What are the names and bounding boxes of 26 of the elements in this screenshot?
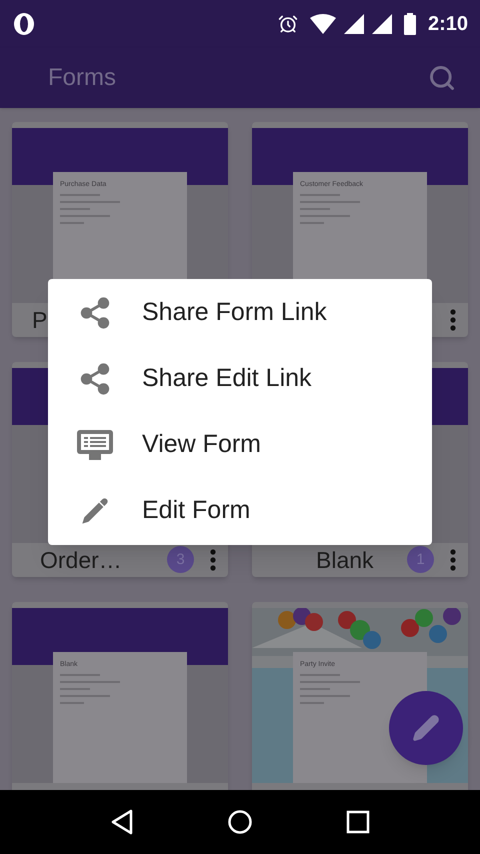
menu-item[interactable]: Share Edit Link — [48, 346, 432, 412]
app-title: Forms — [48, 63, 116, 93]
more-options-icon[interactable] — [210, 548, 216, 571]
menu-item[interactable]: Edit Form — [48, 478, 432, 544]
more-options-icon[interactable] — [450, 548, 456, 571]
signal-icon — [344, 14, 364, 34]
status-time: 2:10 — [428, 12, 468, 37]
pencil-icon — [412, 714, 440, 742]
signal-icon — [372, 14, 392, 34]
battery-icon — [404, 13, 416, 35]
menu-item[interactable]: View Form — [48, 412, 432, 478]
back-icon[interactable] — [110, 809, 134, 835]
form-title: Blank — [316, 546, 374, 574]
share-icon — [78, 362, 112, 396]
more-options-icon[interactable] — [450, 309, 456, 331]
search-icon[interactable] — [428, 64, 456, 92]
form-view-icon — [76, 429, 114, 461]
pencil-icon — [79, 495, 111, 527]
home-icon[interactable] — [226, 809, 253, 835]
overview-icon[interactable] — [346, 810, 370, 834]
ring-icon — [12, 12, 36, 36]
form-title: P — [32, 306, 48, 334]
wifi-icon — [310, 14, 336, 34]
form-title: Order… — [40, 546, 122, 574]
alarm-icon — [278, 14, 298, 34]
share-icon — [78, 296, 112, 330]
